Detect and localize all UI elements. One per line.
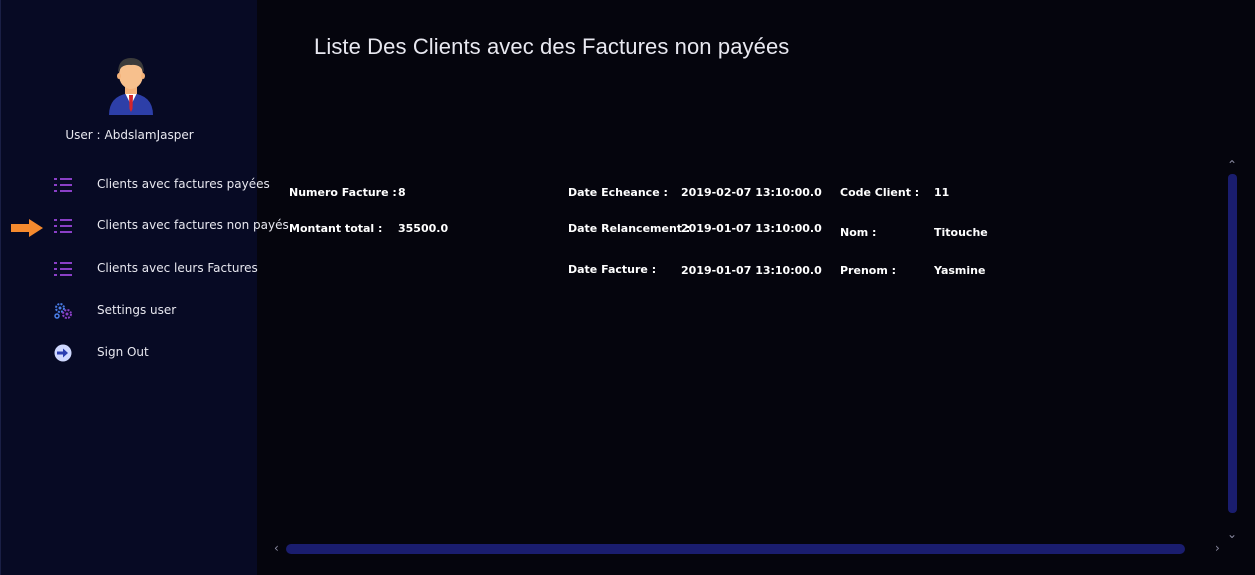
sidebar-item-clients-factures-payees[interactable]: Clients avec factures payées (1, 169, 270, 201)
nom-value: Titouche (934, 226, 988, 239)
sidebar-item-label: Settings user (97, 303, 177, 317)
date-facture-value: 2019-01-07 13:10:00.0 (681, 264, 822, 277)
user-label-prefix: User : (65, 128, 101, 142)
sidebar-item-label: Sign Out (97, 345, 149, 359)
date-echeance-value: 2019-02-07 13:10:00.0 (681, 186, 822, 199)
sidebar-item-clients-leurs-factures[interactable]: Clients avec leurs Factures (1, 253, 258, 285)
horizontal-scrollbar-thumb[interactable] (286, 544, 1185, 554)
date-echeance-label: Date Echeance : (568, 186, 668, 199)
sidebar-item-sign-out[interactable]: Sign Out (1, 337, 258, 369)
sign-out-icon (54, 344, 72, 362)
scroll-left-button[interactable]: ‹ (274, 542, 279, 554)
user-label: User : AbdslamJasper (1, 128, 258, 142)
vertical-scrollbar-thumb[interactable] (1228, 174, 1237, 513)
numero-facture-label: Numero Facture : (289, 186, 397, 199)
list-icon (54, 178, 72, 192)
code-client-value: 11 (934, 186, 950, 199)
scroll-up-button[interactable]: ⌃ (1227, 159, 1237, 171)
sidebar-item-clients-factures-non-payes[interactable]: Clients avec factures non payés (1, 210, 289, 242)
scroll-down-button[interactable]: ⌄ (1227, 528, 1237, 540)
sidebar-item-label: Clients avec factures non payés (97, 218, 289, 232)
sidebar: User : AbdslamJasper Clients avec facture… (0, 0, 289, 575)
page-title: Liste Des Clients avec des Factures non … (314, 34, 790, 59)
user-avatar-icon (109, 58, 153, 115)
montant-total-label: Montant total : (289, 222, 383, 235)
montant-total-value: 35500.0 (398, 222, 449, 235)
sidebar-item-label: Clients avec factures payées (97, 177, 270, 191)
scroll-right-button[interactable]: › (1215, 542, 1220, 554)
date-facture-label: Date Facture : (568, 263, 657, 276)
code-client-label: Code Client : (840, 186, 920, 199)
numero-facture-value: 8 (398, 186, 406, 199)
sidebar-item-label: Clients avec leurs Factures (97, 261, 258, 275)
list-icon (54, 219, 72, 233)
nom-label: Nom : (840, 226, 877, 239)
gear-icon (54, 303, 72, 319)
list-icon (54, 262, 72, 276)
sidebar-item-settings-user[interactable]: Settings user (1, 295, 258, 327)
prenom-label: Prenom : (840, 264, 897, 277)
date-relancement-label: Date Relancement : (568, 222, 691, 235)
user-name: AbdslamJasper (104, 128, 194, 142)
prenom-value: Yasmine (934, 264, 986, 277)
date-relancement-value: 2019-01-07 13:10:00.0 (681, 222, 822, 235)
